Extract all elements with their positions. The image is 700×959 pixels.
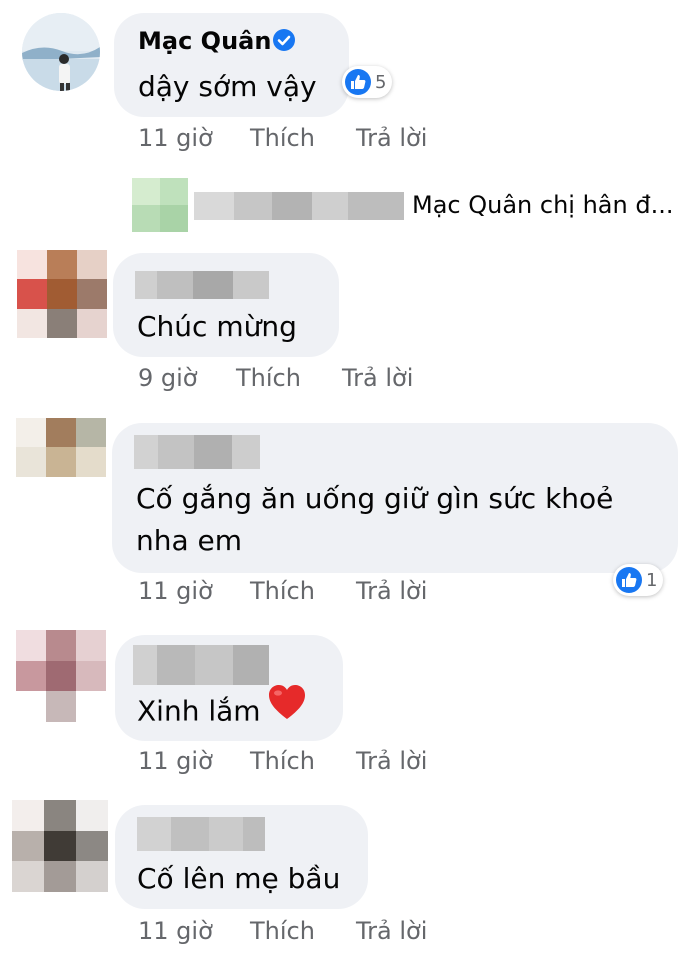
comment-text-line-1: Cố gắng ăn uống giữ gìn sức khoẻ bbox=[136, 482, 614, 515]
comment-timestamp[interactable]: 11 giờ bbox=[138, 577, 213, 605]
comment-text: Cố lên mẹ bầu bbox=[137, 862, 341, 895]
comment-author-blurred[interactable] bbox=[137, 817, 265, 851]
reply-preview-text[interactable]: Mạc Quân chị hân đ... bbox=[412, 191, 673, 219]
comment-author[interactable]: Mạc Quân bbox=[138, 27, 296, 55]
reply-button[interactable]: Trả lời bbox=[356, 577, 427, 605]
comment-text: dậy sớm vậy bbox=[138, 70, 317, 103]
red-heart-icon bbox=[267, 683, 307, 734]
comment-bubble: Cố gắng ăn uống giữ gìn sức khoẻ nha em bbox=[112, 423, 678, 573]
comment-actions: 11 giờ Thích Trả lời bbox=[138, 124, 458, 158]
avatar[interactable] bbox=[17, 250, 107, 338]
comment-actions: 11 giờ Thích Trả lời bbox=[138, 577, 458, 611]
comment-text: Chúc mừng bbox=[137, 310, 297, 343]
like-button[interactable]: Thích bbox=[250, 747, 315, 775]
comment-bubble: Mạc Quân dậy sớm vậy bbox=[114, 13, 349, 117]
avatar-mac-quan[interactable] bbox=[22, 13, 100, 91]
comment-text: Xinh lắm bbox=[137, 685, 307, 738]
comment-timestamp[interactable]: 11 giờ bbox=[138, 124, 213, 152]
comment-author-blurred[interactable] bbox=[135, 271, 269, 299]
reply-author-blurred[interactable] bbox=[194, 192, 404, 220]
comment-actions: 9 giờ Thích Trả lời bbox=[138, 364, 458, 398]
comment-author-blurred[interactable] bbox=[133, 645, 269, 685]
like-button[interactable]: Thích bbox=[236, 364, 301, 392]
reply-button[interactable]: Trả lời bbox=[356, 747, 427, 775]
comment-bubble: Cố lên mẹ bầu bbox=[115, 805, 368, 909]
comment-timestamp[interactable]: 11 giờ bbox=[138, 747, 213, 775]
like-icon bbox=[616, 567, 642, 593]
comment-text-line-2: nha em bbox=[136, 524, 243, 557]
comment-author-blurred[interactable] bbox=[134, 435, 260, 469]
comment-bubble: Chúc mừng bbox=[113, 253, 339, 357]
reaction-count: 5 bbox=[375, 71, 387, 93]
like-button[interactable]: Thích bbox=[250, 577, 315, 605]
comment-timestamp[interactable]: 11 giờ bbox=[138, 917, 213, 945]
like-button[interactable]: Thích bbox=[250, 917, 315, 945]
reaction-summary[interactable]: 5 bbox=[342, 66, 393, 98]
verified-badge-icon bbox=[273, 29, 296, 51]
reaction-count: 1 bbox=[646, 569, 658, 591]
comment-timestamp[interactable]: 9 giờ bbox=[138, 364, 197, 392]
avatar[interactable] bbox=[16, 630, 106, 722]
avatar[interactable] bbox=[12, 800, 108, 892]
reply-avatar[interactable] bbox=[132, 178, 188, 232]
comment-actions: 11 giờ Thích Trả lời bbox=[138, 747, 458, 781]
comment-bubble: Xinh lắm bbox=[115, 635, 343, 741]
reaction-summary[interactable]: 1 bbox=[613, 564, 664, 596]
like-button[interactable]: Thích bbox=[250, 124, 315, 152]
reply-button[interactable]: Trả lời bbox=[356, 917, 427, 945]
avatar-photo bbox=[22, 13, 100, 91]
reply-button[interactable]: Trả lời bbox=[356, 124, 427, 152]
reply-button[interactable]: Trả lời bbox=[342, 364, 413, 392]
comment-actions: 11 giờ Thích Trả lời bbox=[138, 917, 458, 951]
like-icon bbox=[345, 69, 371, 95]
avatar[interactable] bbox=[16, 418, 106, 506]
